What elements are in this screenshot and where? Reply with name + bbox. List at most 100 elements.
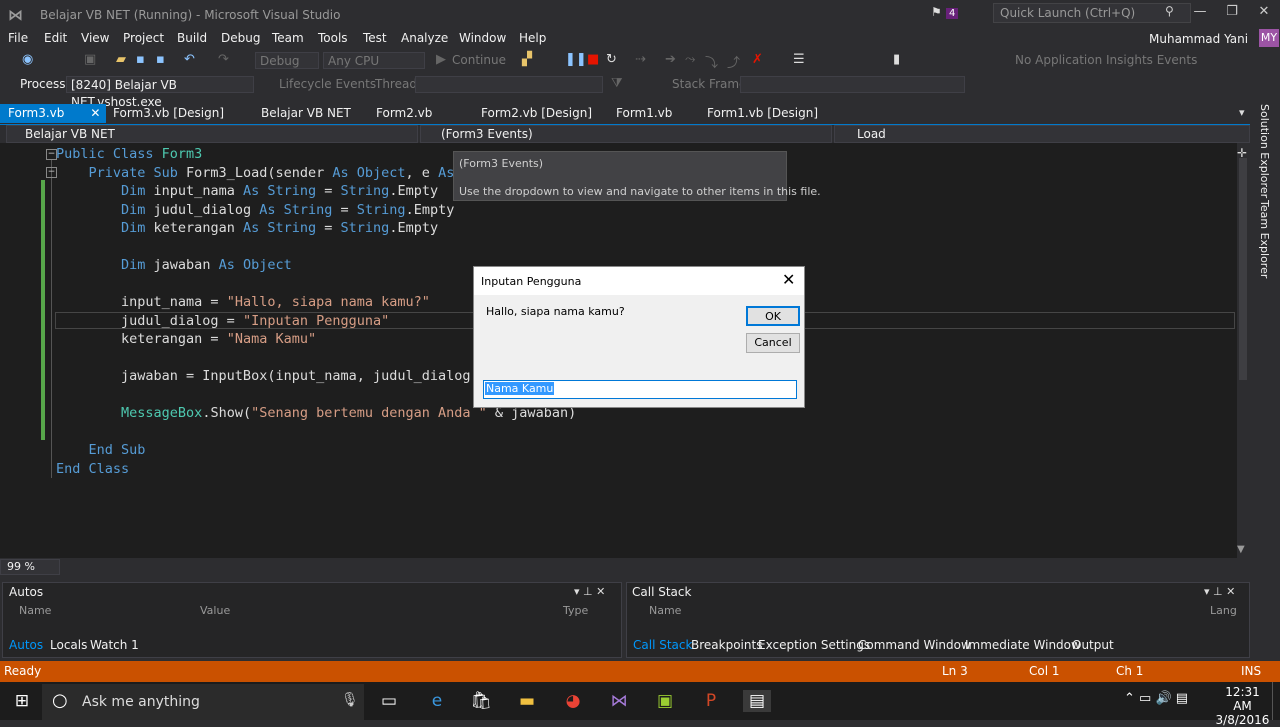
tab-locals[interactable]: Locals	[50, 638, 87, 652]
tab-call-stack[interactable]: Call Stack	[633, 638, 692, 652]
menu-tools[interactable]: Tools	[318, 31, 348, 45]
object-dropdown[interactable]: (Form3 Events)	[420, 125, 832, 143]
configuration-dropdown[interactable]: Debug	[255, 52, 319, 69]
tab-form2-design[interactable]: Form2.vb [Design]	[481, 104, 592, 123]
tab-form2-vb[interactable]: Form2.vb	[376, 104, 432, 123]
avatar[interactable]: MY	[1259, 29, 1279, 47]
powerpoint-icon[interactable]: P	[697, 690, 725, 712]
process-dropdown[interactable]: [8240] Belajar VB NET.vshost.exe	[66, 76, 254, 109]
menu-edit[interactable]: Edit	[44, 31, 67, 45]
attach-icon[interactable]: ▞	[522, 52, 532, 67]
windows-start-icon[interactable]: ⊞	[8, 690, 36, 712]
tab-form3-vb[interactable]: Form3.vb ✕	[0, 104, 106, 123]
notification-flag-icon[interactable]: ⚑	[931, 5, 942, 19]
step-out-icon[interactable]: ⤴	[727, 52, 740, 71]
stop-icon[interactable]: ■	[587, 52, 599, 67]
close-icon[interactable]: ✕	[90, 106, 100, 120]
menu-debug[interactable]: Debug	[221, 31, 260, 45]
step-into-icon[interactable]: ➔	[665, 52, 676, 67]
thread-dropdown[interactable]	[415, 76, 603, 93]
pause-icon[interactable]: ❚❚	[565, 52, 587, 67]
menu-file[interactable]: File	[8, 31, 28, 45]
tab-autos[interactable]: Autos	[9, 638, 43, 652]
zoom-dropdown[interactable]: 99 %	[0, 559, 60, 575]
show-desktop-button[interactable]	[1272, 682, 1280, 720]
menu-build[interactable]: Build	[177, 31, 207, 45]
restart-icon[interactable]: ↻	[606, 52, 617, 67]
user-name[interactable]: Muhammad Yani	[1149, 32, 1248, 46]
dialog-close-icon[interactable]: ✕	[782, 270, 795, 289]
app-insights-dropdown[interactable]: No Application Insights Events	[1015, 53, 1197, 67]
filter-icon[interactable]: ⧩	[611, 76, 623, 91]
visual-studio-taskbar-icon[interactable]: ⋈	[605, 690, 633, 712]
lifecycle-events-dropdown[interactable]: Lifecycle Events	[279, 77, 376, 91]
step-over-2-icon[interactable]: ⤵	[705, 52, 718, 71]
menu-project[interactable]: Project	[123, 31, 164, 45]
menu-help[interactable]: Help	[519, 31, 546, 45]
chrome-icon[interactable]: ◕	[559, 690, 587, 712]
tab-command-window[interactable]: Command Window	[858, 638, 971, 652]
call-stack-col-name[interactable]: Name	[649, 604, 681, 617]
autos-col-value[interactable]: Value	[200, 604, 230, 617]
panel-options-icon[interactable]: ▾ ⊥ ✕	[574, 585, 605, 598]
save-icon[interactable]: ▪	[136, 52, 145, 67]
autos-col-name[interactable]: Name	[19, 604, 51, 617]
redo-icon[interactable]: ↷	[218, 52, 229, 67]
cortana-search-placeholder[interactable]: Ask me anything	[82, 694, 200, 710]
stack-frame-dropdown[interactable]	[740, 76, 965, 93]
microphone-icon[interactable]: 🎙	[341, 692, 359, 708]
solution-explorer-tab[interactable]: Solution Explorer	[1258, 104, 1271, 198]
scroll-down-icon[interactable]: ▼	[1237, 544, 1245, 555]
tab-form3-design[interactable]: Form3.vb [Design]	[113, 104, 224, 123]
menu-window[interactable]: Window	[459, 31, 506, 45]
minimize-button[interactable]: —	[1185, 4, 1215, 24]
tab-belajar-vb-net[interactable]: Belajar VB NET	[261, 104, 351, 123]
scrollbar-thumb[interactable]	[1239, 158, 1247, 380]
undo-icon[interactable]: ↶	[184, 52, 195, 67]
tab-breakpoints[interactable]: Breakpoints	[691, 638, 762, 652]
menu-test[interactable]: Test	[363, 31, 387, 45]
file-explorer-icon[interactable]: ▬	[513, 690, 541, 712]
quick-launch-input[interactable]: Quick Launch (Ctrl+Q)	[993, 3, 1191, 23]
maximize-button[interactable]: ❐	[1217, 4, 1247, 24]
save-all-icon[interactable]: ▪	[156, 52, 165, 67]
notification-count-badge[interactable]: 4	[946, 8, 959, 19]
breakpoint-icon[interactable]: ✗	[752, 52, 763, 67]
running-app-icon[interactable]: ▤	[743, 690, 771, 712]
step-over-icon[interactable]: ⤳	[685, 52, 695, 67]
menu-analyze[interactable]: Analyze	[401, 31, 448, 45]
app-taskbar-icon[interactable]: ▣	[651, 690, 679, 712]
tab-form1-design[interactable]: Form1.vb [Design]	[707, 104, 818, 123]
taskbar-clock[interactable]: 12:31 AM 3/8/2016	[1215, 685, 1270, 727]
new-project-icon[interactable]: ▣	[84, 52, 96, 67]
edge-icon[interactable]: e	[423, 690, 451, 712]
system-tray-icons[interactable]: ⌃ ▭ 🔊 ▤	[1124, 691, 1188, 706]
cancel-button[interactable]: Cancel	[746, 333, 800, 353]
platform-dropdown[interactable]: Any CPU	[323, 52, 425, 69]
tab-exception-settings[interactable]: Exception Settings	[758, 638, 870, 652]
dialog-input-value[interactable]: Nama Kamu	[485, 382, 555, 395]
show-next-statement-icon[interactable]: ⇢	[635, 52, 646, 67]
continue-button[interactable]: Continue	[452, 53, 506, 67]
autos-col-type[interactable]: Type	[563, 604, 588, 617]
project-dropdown[interactable]: Belajar VB NET	[6, 125, 418, 143]
menu-team[interactable]: Team	[272, 31, 304, 45]
split-editor-icon[interactable]: ✛	[1237, 146, 1247, 160]
ok-button[interactable]: OK	[746, 306, 800, 326]
tab-output[interactable]: Output	[1072, 638, 1114, 652]
bookmark-icon[interactable]: ▮	[893, 52, 900, 67]
task-view-icon[interactable]: ▭	[375, 690, 403, 712]
member-dropdown[interactable]: Load	[834, 125, 1250, 143]
open-folder-icon[interactable]: ▰	[116, 52, 126, 67]
tab-immediate-window[interactable]: Immediate Window	[965, 638, 1081, 652]
tab-watch-1[interactable]: Watch 1	[90, 638, 139, 652]
horizontal-scrollbar[interactable]	[68, 560, 1235, 574]
panel-options-icon[interactable]: ▾ ⊥ ✕	[1204, 585, 1235, 598]
call-stack-col-lang[interactable]: Lang	[1210, 604, 1237, 617]
tab-overflow-icon[interactable]: ▾	[1239, 106, 1245, 119]
search-icon[interactable]: ⚲	[1165, 4, 1174, 18]
menu-view[interactable]: View	[81, 31, 109, 45]
team-explorer-tab[interactable]: Team Explorer	[1258, 200, 1271, 278]
bookmark-list-icon[interactable]: ☰	[793, 52, 805, 67]
store-icon[interactable]: 🛍	[467, 690, 495, 712]
